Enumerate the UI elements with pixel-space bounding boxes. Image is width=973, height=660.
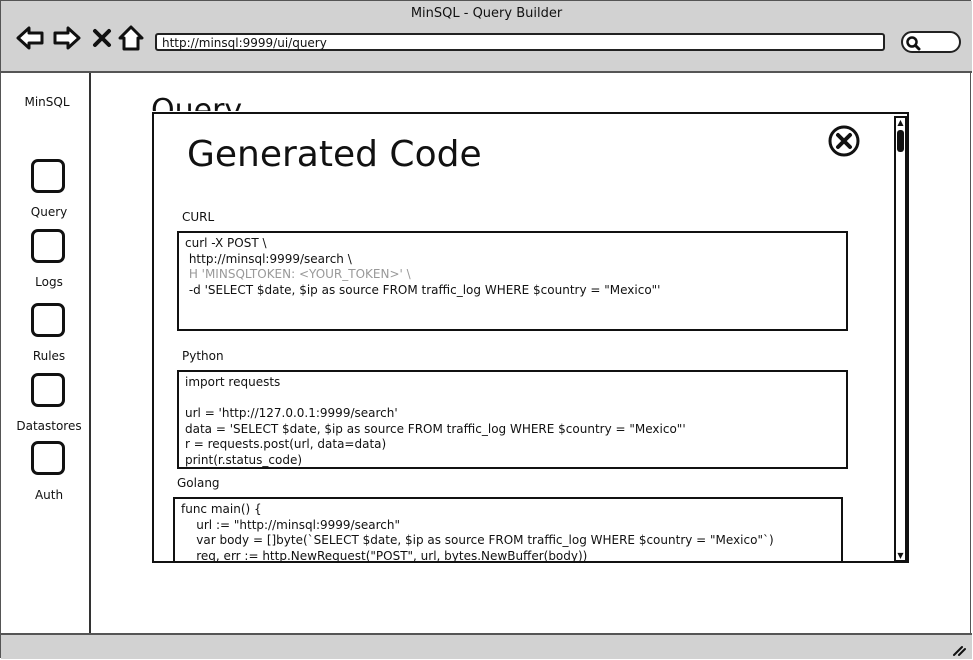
- curl-label: CURL: [182, 210, 215, 224]
- golang-code-box[interactable]: func main() { url := "http://minsql:9999…: [173, 497, 843, 563]
- python-label: Python: [182, 349, 224, 363]
- code-line: -d 'SELECT $date, $ip as source FROM tra…: [185, 282, 661, 297]
- generated-code-modal: Generated Code CURL curl -X POST \ http:…: [152, 112, 909, 563]
- title-bar: MinSQL - Query Builder http://minsql:999…: [1, 1, 972, 73]
- back-arrow-icon[interactable]: [15, 23, 45, 53]
- datastores-icon: [31, 373, 65, 407]
- sidebar: MinSQL Query Logs Rules Datastores Auth: [1, 73, 91, 633]
- forward-arrow-icon[interactable]: [52, 23, 82, 53]
- search-icon: [906, 36, 921, 51]
- status-bar: [1, 633, 972, 659]
- modal-title: Generated Code: [187, 134, 482, 175]
- home-icon[interactable]: [116, 23, 146, 53]
- code-line: import requests: [185, 375, 281, 389]
- sidebar-item-label: Rules: [32, 349, 66, 363]
- python-code-box[interactable]: import requests url = 'http://127.0.0.1:9…: [177, 370, 848, 469]
- code-line: url := "http://minsql:9999/search": [181, 517, 400, 532]
- close-button[interactable]: [828, 125, 860, 157]
- resize-grip-icon[interactable]: [952, 641, 966, 660]
- code-line: req, err := http.NewRequest("POST", url,…: [181, 548, 588, 563]
- close-circle-icon: [828, 125, 860, 157]
- auth-icon: [31, 441, 65, 475]
- code-line: var body = []byte(`SELECT $date, $ip as …: [181, 533, 774, 547]
- sidebar-item-label: Logs: [35, 275, 63, 289]
- code-line: H 'MINSQLTOKEN: <YOUR_TOKEN>' \: [185, 267, 411, 281]
- rules-icon: [31, 303, 65, 337]
- scroll-up-arrow-icon[interactable]: ▲: [896, 118, 905, 127]
- code-line: r = requests.post(url, data=data): [185, 437, 387, 451]
- scroll-down-arrow-icon[interactable]: ▼: [896, 551, 905, 560]
- sidebar-item-label: Datastores: [16, 419, 82, 433]
- code-line: url = 'http://127.0.0.1:9999/search': [185, 406, 398, 420]
- code-line: func main() {: [181, 502, 262, 516]
- curl-code-box[interactable]: curl -X POST \ http://minsql:9999/search…: [177, 231, 848, 331]
- golang-label: Golang: [177, 476, 220, 490]
- scroll-thumb[interactable]: [897, 130, 904, 152]
- code-line: curl -X POST \: [185, 236, 267, 250]
- logs-icon: [31, 229, 65, 263]
- sidebar-item-label: Auth: [34, 488, 64, 502]
- search-field[interactable]: [901, 31, 961, 53]
- browser-window: MinSQL - Query Builder http://minsql:999…: [0, 0, 972, 659]
- code-line: data = 'SELECT $date, $ip as source FROM…: [185, 421, 686, 436]
- window-title: MinSQL - Query Builder: [410, 6, 563, 21]
- close-x-icon[interactable]: [87, 23, 117, 53]
- modal-scrollbar[interactable]: ▲ ▼: [894, 116, 907, 561]
- app-name: MinSQL: [24, 95, 70, 109]
- query-icon: [31, 159, 65, 193]
- address-bar[interactable]: http://minsql:9999/ui/query: [155, 33, 885, 51]
- code-line: print(r.status_code): [185, 452, 303, 467]
- code-line: http://minsql:9999/search \: [185, 251, 352, 266]
- sidebar-item-label: Query: [30, 205, 68, 219]
